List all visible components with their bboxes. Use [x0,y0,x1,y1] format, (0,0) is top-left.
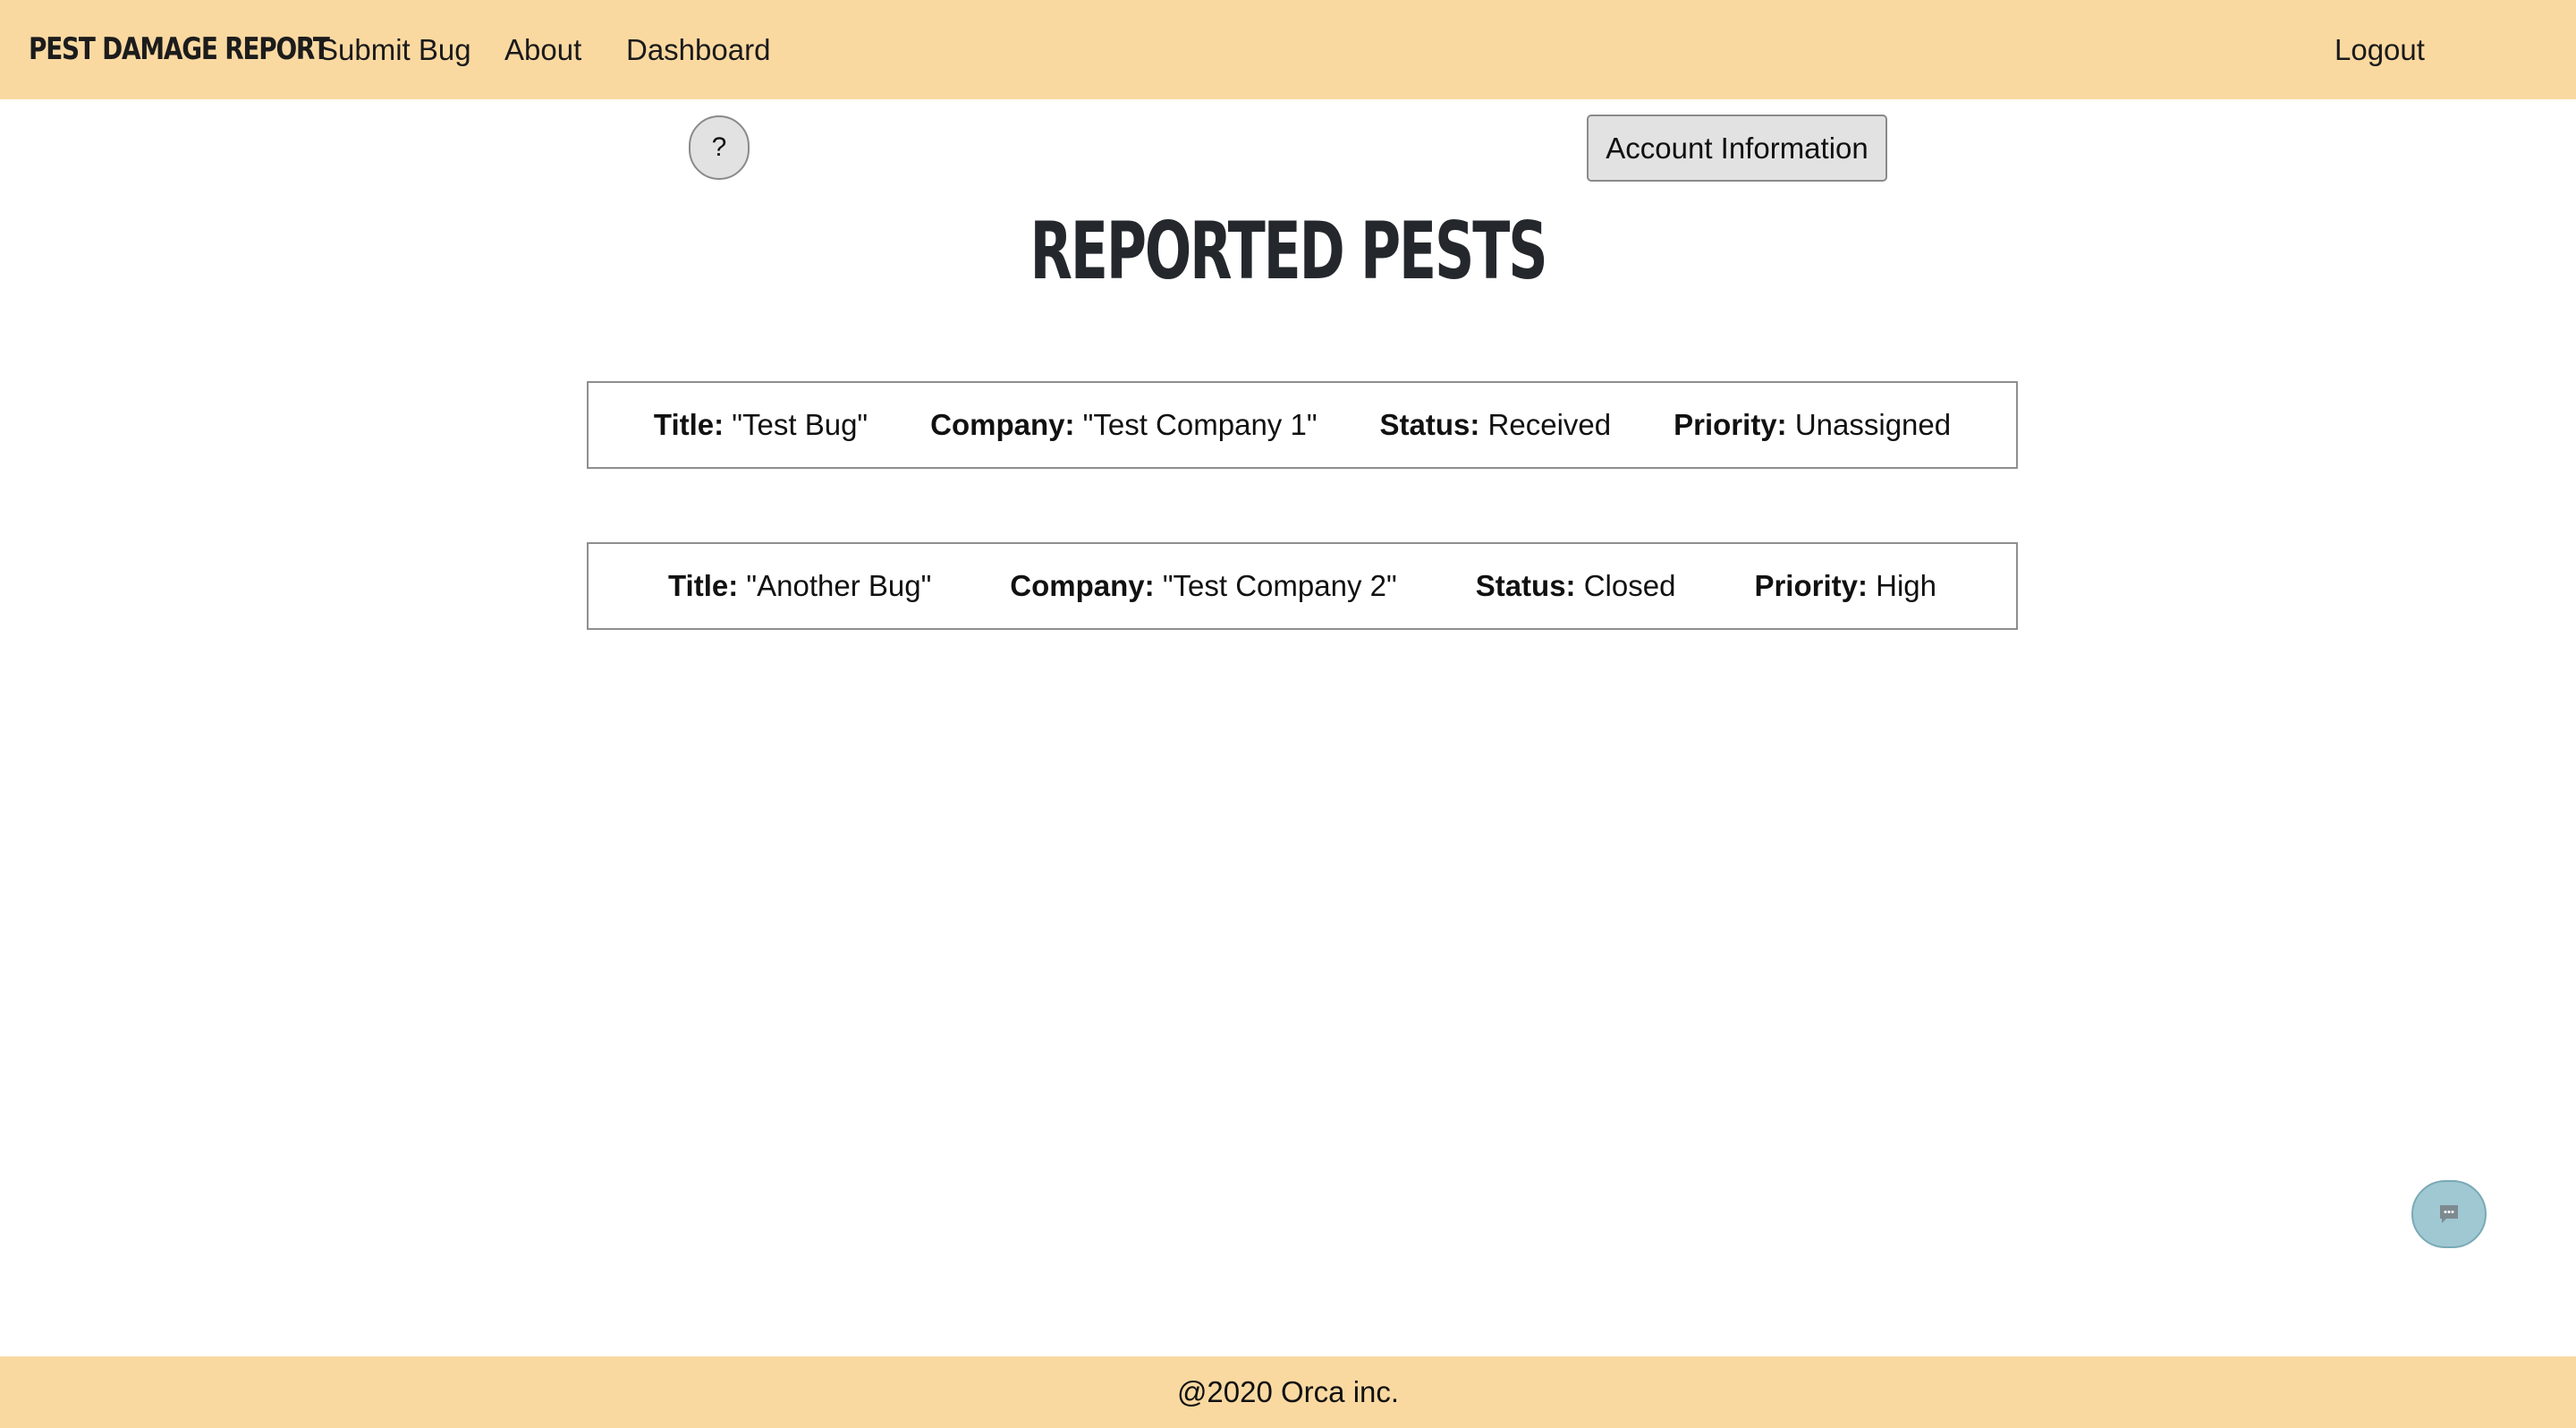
chat-bubble-icon [2440,1205,2458,1223]
brand-logo[interactable]: PEST DAMAGE REPORT [29,30,330,69]
footer: @2020 Orca inc. [0,1356,2576,1428]
bug-status-value: Received [1487,408,1612,441]
bug-priority-field: Priority: High [1754,569,1936,603]
bug-status-field: Status: Closed [1476,569,1676,603]
bug-title-value: "Test Bug" [732,408,869,441]
bug-company-field: Company: "Test Company 1" [930,408,1317,442]
nav-dashboard-link[interactable]: Dashboard [626,32,770,68]
chat-button[interactable] [2411,1180,2487,1248]
bug-company-label: Company: [930,408,1075,441]
bug-status-field: Status: Received [1380,408,1612,442]
bug-priority-label: Priority: [1754,569,1868,602]
nav-submit-bug-link[interactable]: Submit Bug [318,32,471,68]
bug-report-card[interactable]: Title: "Test Bug" Company: "Test Company… [587,381,2018,469]
bug-title-field: Title: "Another Bug" [668,569,931,603]
bug-status-value: Closed [1583,569,1676,602]
bug-priority-value: Unassigned [1794,408,1952,441]
bug-status-label: Status: [1475,569,1576,602]
nav-about-link[interactable]: About [504,32,581,68]
bug-status-label: Status: [1379,408,1480,441]
page-title: REPORTED PESTS [1030,205,1548,297]
bug-company-field: Company: "Test Company 2" [1010,569,1396,603]
top-navbar: PEST DAMAGE REPORT Submit Bug About Dash… [0,0,2576,99]
logout-link[interactable]: Logout [2334,32,2425,68]
bug-company-value: "Test Company 1" [1082,408,1318,441]
bug-priority-label: Priority: [1674,408,1787,441]
account-information-button[interactable]: Account Information [1587,115,1887,182]
copyright-text: @2020 Orca inc. [1176,1375,1400,1408]
bug-report-card[interactable]: Title: "Another Bug" Company: "Test Comp… [587,542,2018,630]
bug-priority-value: High [1876,569,1937,602]
bug-company-value: "Test Company 2" [1162,569,1397,602]
bug-title-value: "Another Bug" [746,569,932,602]
bug-priority-field: Priority: Unassigned [1674,408,1951,442]
bug-title-label: Title: [653,408,724,441]
bug-title-field: Title: "Test Bug" [654,408,868,442]
bug-title-label: Title: [667,569,739,602]
help-button[interactable]: ? [689,115,750,180]
bug-company-label: Company: [1010,569,1155,602]
